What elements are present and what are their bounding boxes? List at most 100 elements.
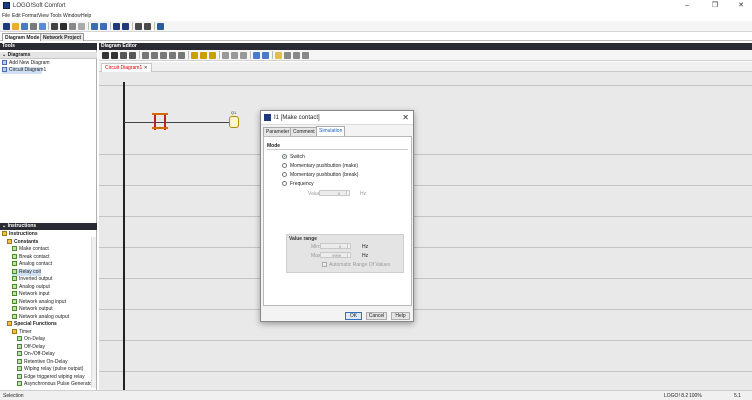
tree-item[interactable]: Off-Delay [17,344,45,351]
online-test-icon[interactable] [144,23,151,30]
add-new-diagram-item[interactable]: Add New Diagram [2,60,50,67]
highlight-icon[interactable] [275,52,282,59]
min-spinner[interactable] [347,243,351,249]
tree-item[interactable]: On-Delay [17,336,45,343]
select-icon[interactable] [51,23,58,30]
help-button[interactable]: Help [391,312,410,320]
value-field[interactable]: 0 [319,190,347,196]
zoom-in-icon[interactable] [253,52,260,59]
align-top-icon[interactable] [169,52,176,59]
tab-parameter[interactable]: Parameter [263,127,293,136]
tree-item[interactable]: Network analog input [12,299,66,306]
tree-item[interactable]: Network analog output [12,314,69,321]
relay-coil-q1[interactable] [229,116,239,128]
diagrams-section[interactable]: ⌄ Diagrams [0,52,97,59]
tab-circuit-diagram[interactable]: Circuit Diagram1 ✕ [101,63,152,72]
align-right-icon[interactable] [160,52,167,59]
tree-item[interactable]: Relay coil [12,268,41,276]
undo-icon[interactable] [91,23,98,30]
menu-format[interactable]: Format [22,13,38,19]
page-layout-icon[interactable] [222,52,229,59]
maximize-icon[interactable]: ❐ [708,1,722,10]
tree-item[interactable]: Inverted output [12,276,52,283]
save-icon[interactable] [21,23,28,30]
mode-pushbutton-break-radio[interactable] [282,172,287,177]
tree-item[interactable]: Network input [12,291,50,298]
block-tool-icon[interactable] [209,52,216,59]
close-tab-icon[interactable]: ✕ [144,65,148,71]
contact-tool-icon[interactable] [191,52,198,59]
properties-icon[interactable] [39,23,46,30]
mode-pushbutton-make-radio[interactable] [282,163,287,168]
close-icon[interactable]: ✕ [734,1,748,10]
menu-edit[interactable]: Edit [12,13,21,19]
tree-item[interactable]: Analog contact [12,261,52,268]
tree-item[interactable]: Break contact [12,254,50,261]
align-bottom-icon[interactable] [178,52,185,59]
mode-frequency-radio[interactable] [282,181,287,186]
menu-tools[interactable]: Tools [50,13,62,19]
zoom-out-icon[interactable] [262,52,269,59]
tab-comment[interactable]: Comment [290,127,318,136]
align-left-icon[interactable] [142,52,149,59]
snap-icon[interactable] [302,52,309,59]
new-icon[interactable] [3,23,10,30]
copy-icon[interactable] [69,23,76,30]
grid-icon[interactable] [293,52,300,59]
min-field[interactable]: 0 [320,243,348,249]
tab-network-project[interactable]: Network Project [40,33,85,41]
tree-item[interactable]: Asynchronous Pulse Generator [17,381,93,388]
max-spinner[interactable] [347,252,351,258]
connector-tool-icon[interactable] [111,52,118,59]
tree-item[interactable]: Retentive On-Delay [17,359,68,366]
print-icon[interactable] [30,23,37,30]
mode-switch-radio[interactable] [282,154,287,159]
menu-window[interactable]: Window [63,13,81,19]
text-tool-icon[interactable] [129,52,136,59]
selection-handle[interactable] [152,113,168,115]
tree-item[interactable]: Edge triggered wiping relay [17,374,85,381]
value-spinner[interactable] [346,190,350,196]
help-icon[interactable] [157,23,164,30]
page-split-icon[interactable] [231,52,238,59]
open-icon[interactable] [12,23,19,30]
tree-item[interactable]: Make contact [12,246,49,253]
tree-item[interactable]: Timer [12,329,32,336]
transfer-logo-pc-icon[interactable] [122,23,129,30]
make-contact-i1[interactable] [152,113,168,130]
tree-item[interactable]: Constants [7,239,38,246]
paste-icon[interactable] [78,23,85,30]
tree-item[interactable]: On-/Off-Delay [17,351,55,358]
cancel-button[interactable]: Cancel [366,312,387,320]
menu-file[interactable]: File [2,13,10,19]
auto-range-checkbox[interactable] [322,262,327,267]
diagram-canvas[interactable] [99,72,752,390]
page-view-icon[interactable] [240,52,247,59]
tree-item[interactable]: Wiping relay (pulse output) [17,366,83,373]
tab-simulation[interactable]: Simulation [316,126,346,136]
menu-help[interactable]: Help [81,13,91,19]
tab-diagram-mode[interactable]: Diagram Mode [2,33,43,41]
circuit-diagram-item[interactable]: Circuit Diagram1 [2,67,46,74]
tree-item[interactable]: Special Functions [7,321,57,328]
find-icon[interactable] [284,52,291,59]
ok-button[interactable]: OK [345,312,362,320]
cut-icon[interactable] [60,23,67,30]
tree-item[interactable]: Analog output [12,284,50,291]
tree-item[interactable]: Network output [12,306,53,313]
coil-tool-icon[interactable] [200,52,207,59]
close-icon[interactable]: ✕ [402,113,409,122]
max-field[interactable]: 9999 [320,252,348,258]
transfer-pc-logo-icon[interactable] [113,23,120,30]
selection-handle[interactable] [152,127,168,129]
connection-wire[interactable] [124,122,234,123]
menu-view[interactable]: View [38,13,49,19]
simulation-icon[interactable] [135,23,142,30]
selection-tool-icon[interactable] [102,52,109,59]
minimize-icon[interactable]: – [680,1,694,10]
redo-icon[interactable] [100,23,107,30]
align-center-icon[interactable] [151,52,158,59]
instructions-scrollbar[interactable] [91,237,96,388]
constants-tool-icon[interactable] [120,52,127,59]
tree-item[interactable]: Instructions [2,231,38,238]
